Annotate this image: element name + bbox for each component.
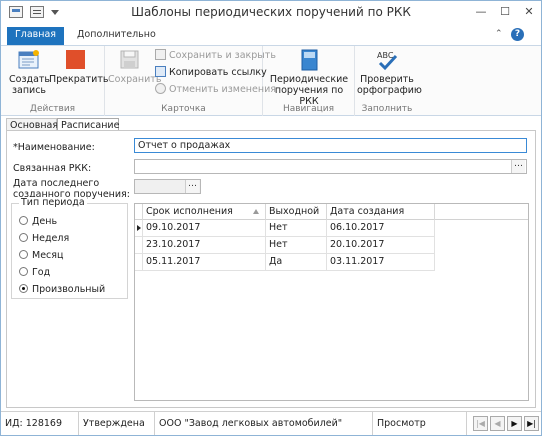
last-date-select-button: … [185,180,199,193]
radio-week[interactable]: Неделя [19,233,69,245]
first-record-icon[interactable]: |◀ [473,416,488,431]
grid-header: Срок исполнения Выходной Дата создания [135,204,528,220]
column-header-due-date[interactable]: Срок исполнения [143,204,266,220]
save-close-icon [155,49,166,60]
group-caption-actions: Действия [29,104,76,114]
row-indicator [135,237,143,254]
spell-check-button[interactable]: ABC Проверить орфографию [357,49,422,96]
periodic-orders-button[interactable]: Периодические поручения по РКК [267,49,351,107]
ribbon-group-fill: ABC Проверить орфографию Заполнить [355,46,422,116]
form-tabs: Основная Расписание [1,116,541,133]
status-organization: ООО "Завод легковых автомобилей" [155,412,373,435]
stop-icon [62,49,88,71]
save-icon [116,49,142,71]
minimize-button[interactable]: — [471,3,491,21]
status-state: Утверждена [79,412,155,435]
group-caption-navigation: Навигация [282,104,335,114]
stop-button[interactable]: Прекратить [49,49,108,85]
current-row-icon [137,225,141,231]
last-record-icon[interactable]: ▶| [524,416,539,431]
help-icon[interactable]: ? [511,28,524,41]
cell-due-date[interactable]: 23.10.2017 [143,237,266,254]
rkk-label: Связанная РКК: [13,163,92,174]
rkk-input[interactable]: … [134,159,527,174]
radio-year[interactable]: Год [19,267,50,279]
column-header-created[interactable]: Дата создания [327,204,435,220]
save-button[interactable]: Сохранить [108,49,161,85]
group-caption-card: Карточка [161,104,206,114]
cell-weekend[interactable]: Нет [266,237,327,254]
save-close-button[interactable]: Сохранить и закрыть [155,49,276,63]
period-type-legend: Тип периода [19,197,87,208]
grid-header-indicator [135,204,143,220]
book-icon [296,49,322,71]
last-date-input: … [134,179,201,194]
schedule-grid: Срок исполнения Выходной Дата создания 0… [134,203,529,401]
radio-week-circle [19,233,28,242]
new-record-icon [16,49,42,71]
prev-record-icon[interactable]: ◀ [490,416,505,431]
ribbon-group-navigation: Периодические поручения по РКК Навигация [263,46,355,116]
undo-icon [155,83,166,94]
name-label: *Наименование: [13,142,95,153]
app-window: Шаблоны периодических поручений по РКК —… [0,0,542,436]
ribbon-tab-main[interactable]: Главная [7,27,64,45]
radio-year-circle [19,267,28,276]
maximize-button[interactable]: ☐ [495,3,515,21]
svg-text:ABC: ABC [377,51,394,60]
window-title: Шаблоны периодических поручений по РКК [131,5,411,19]
ribbon: Создать запись Прекратить Действия Сохра… [1,45,541,116]
table-row[interactable]: 23.10.2017 Нет 20.10.2017 [135,237,435,254]
undo-changes-button[interactable]: Отменить изменения [155,83,276,97]
copy-link-icon [155,66,166,77]
collapse-ribbon-icon[interactable]: ⌃ [495,29,503,39]
radio-custom[interactable]: Произвольный [19,284,105,296]
cell-weekend[interactable]: Да [266,254,327,271]
radio-custom-circle [19,284,28,293]
table-row[interactable]: 05.11.2017 Да 03.11.2017 [135,254,435,271]
column-header-weekend[interactable]: Выходной [266,204,327,220]
copy-link-button[interactable]: Копировать ссылку [155,66,267,80]
period-type-group: Тип периода День Неделя Месяц Год Произв… [11,197,128,299]
rkk-select-button[interactable]: … [511,160,525,173]
radio-day-circle [19,216,28,225]
status-bar: ИД: 128169 Утверждена ООО "Завод легковы… [1,411,541,435]
radio-month-circle [19,250,28,259]
ribbon-group-card: Сохранить Сохранить и закрыть Копировать… [105,46,276,116]
cell-created[interactable]: 03.11.2017 [327,254,435,271]
ribbon-tab-additional[interactable]: Дополнительно [71,27,162,45]
status-id: ИД: 128169 [1,412,79,435]
cell-weekend[interactable]: Нет [266,220,327,237]
cell-created[interactable]: 20.10.2017 [327,237,435,254]
group-caption-fill: Заполнить [361,104,413,114]
row-indicator [135,254,143,271]
name-input[interactable]: Отчет о продажах [134,138,527,153]
table-row[interactable]: 09.10.2017 Нет 06.10.2017 [135,220,435,237]
spell-check-icon: ABC [374,49,400,71]
last-date-label: Дата последнего [13,178,100,189]
sort-icon [253,209,259,214]
ribbon-tabs: Главная Дополнительно ⌃ ? [1,25,541,45]
row-indicator [135,220,143,237]
cell-created[interactable]: 06.10.2017 [327,220,435,237]
create-record-button[interactable]: Создать запись [9,49,50,96]
title-bar: Шаблоны периодических поручений по РКК —… [1,1,541,25]
next-record-icon[interactable]: ▶ [507,416,522,431]
cell-due-date[interactable]: 09.10.2017 [143,220,266,237]
ribbon-group-actions: Создать запись Прекратить Действия [1,46,108,116]
radio-month[interactable]: Месяц [19,250,63,262]
cell-due-date[interactable]: 05.11.2017 [143,254,266,271]
status-mode: Просмотр [373,412,467,435]
radio-day[interactable]: День [19,216,57,228]
close-button[interactable]: ✕ [519,3,539,21]
